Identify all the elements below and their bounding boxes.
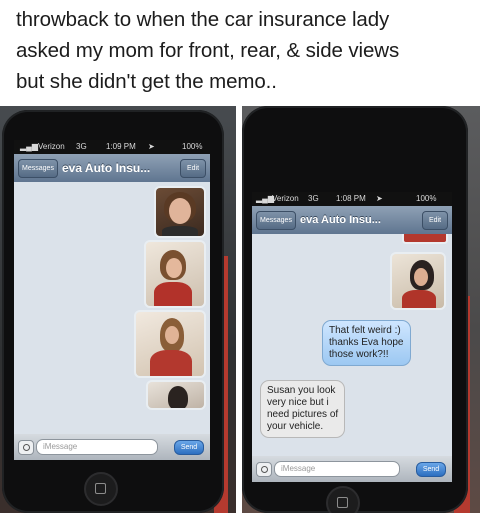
messages-back-button[interactable]: Messages	[18, 159, 58, 178]
outgoing-message: That felt weird :) thanks Eva hope those…	[322, 320, 411, 366]
status-bar: ▂▄▆ Verizon 3G 1:08 PM ➤ 100%	[252, 192, 452, 206]
caption-line-2: asked my mom for front, rear, & side vie…	[16, 39, 400, 62]
clock-label: 1:09 PM	[106, 142, 136, 151]
edit-button[interactable]: Edit	[180, 159, 206, 178]
camera-icon[interactable]	[18, 440, 34, 455]
phone-right: ▂▄▆ Verizon 3G 1:08 PM ➤ 100% Messages e…	[242, 106, 468, 513]
message-input[interactable]: iMessage	[36, 439, 158, 455]
photo-attachment[interactable]	[402, 234, 448, 244]
send-button[interactable]: Send	[416, 462, 446, 477]
edit-button[interactable]: Edit	[422, 211, 448, 230]
signal-icon: ▂▄▆	[20, 142, 38, 151]
message-line: those work?!!	[329, 349, 389, 360]
battery-label: 100%	[416, 194, 437, 203]
battery-label: 100%	[182, 142, 203, 151]
caption-line-3: but she didn't get the memo..	[16, 70, 277, 93]
home-button[interactable]	[326, 486, 360, 513]
incoming-message: Susan you look very nice but i need pict…	[260, 380, 346, 438]
send-button[interactable]: Send	[174, 440, 204, 455]
message-line: your vehicle.	[267, 421, 324, 432]
home-button[interactable]	[84, 472, 118, 506]
message-line: very nice but i	[267, 397, 329, 408]
caption-line-1: throwback to when the car insurance lady	[16, 8, 390, 31]
message-thread[interactable]	[14, 182, 210, 434]
photo-attachment[interactable]	[390, 252, 446, 310]
messages-back-button[interactable]: Messages	[256, 211, 296, 230]
location-icon: ➤	[148, 142, 155, 151]
message-line: Susan you look	[267, 385, 336, 396]
photo-attachment[interactable]	[154, 186, 206, 238]
conversation-title: eva Auto Insu...	[62, 161, 151, 175]
nav-bar: Messages eva Auto Insu... Edit	[252, 206, 452, 234]
phone-right-screen: ▂▄▆ Verizon 3G 1:08 PM ➤ 100% Messages e…	[252, 192, 452, 482]
location-icon: ➤	[376, 194, 383, 203]
status-bar: ▂▄▆ Verizon 3G 1:09 PM ➤ 100%	[14, 140, 210, 154]
carrier-label: Verizon	[38, 142, 65, 151]
meme-caption: throwback to when the car insurance lady…	[16, 4, 472, 97]
message-thread[interactable]: That felt weird :) thanks Eva hope those…	[252, 234, 452, 456]
clock-label: 1:08 PM	[336, 194, 366, 203]
photo-left: ▂▄▆ Verizon 3G 1:09 PM ➤ 100% Messages e…	[0, 106, 236, 513]
message-input-bar: iMessage Send	[252, 456, 452, 482]
message-line: thanks Eva hope	[329, 337, 404, 348]
phone-left: ▂▄▆ Verizon 3G 1:09 PM ➤ 100% Messages e…	[2, 110, 224, 513]
network-label: 3G	[308, 194, 319, 203]
photo-attachment[interactable]	[144, 240, 206, 308]
photo-attachment[interactable]	[134, 310, 206, 378]
photo-attachment[interactable]	[146, 380, 206, 410]
photo-right: ▂▄▆ Verizon 3G 1:08 PM ➤ 100% Messages e…	[242, 106, 480, 513]
carrier-label: Verizon	[272, 194, 299, 203]
nav-bar: Messages eva Auto Insu... Edit	[14, 154, 210, 182]
message-line: need pictures of	[267, 409, 339, 420]
message-line: That felt weird :)	[329, 325, 401, 336]
network-label: 3G	[76, 142, 87, 151]
conversation-title: eva Auto Insu...	[300, 214, 381, 226]
message-input[interactable]: iMessage	[274, 461, 400, 477]
camera-icon[interactable]	[256, 462, 272, 477]
message-input-bar: iMessage Send	[14, 434, 210, 460]
phone-left-screen: ▂▄▆ Verizon 3G 1:09 PM ➤ 100% Messages e…	[14, 140, 210, 460]
